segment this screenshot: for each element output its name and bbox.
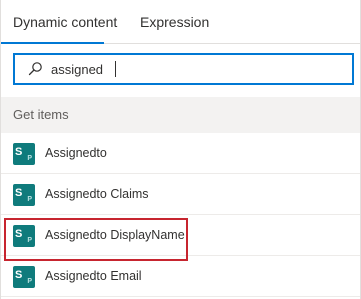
list-item-label: Assignedto DisplayName	[45, 228, 185, 242]
sharepoint-icon: SP	[13, 143, 35, 165]
dynamic-content-panel: Dynamic content Expression Get items SP …	[0, 0, 361, 299]
tab-dynamic-content[interactable]: Dynamic content	[13, 0, 117, 44]
list-item-label: Assignedto Email	[45, 269, 142, 283]
list-item-label: Assignedto Claims	[45, 187, 149, 201]
list-item-assignedto-displayname[interactable]: SP Assignedto DisplayName	[1, 215, 360, 256]
section-title: Get items	[13, 107, 69, 122]
search-area	[1, 44, 360, 94]
tab-bar: Dynamic content Expression	[1, 0, 360, 44]
text-caret	[115, 61, 116, 77]
tab-expression-label: Expression	[140, 14, 210, 30]
sharepoint-icon: SP	[13, 184, 35, 206]
tab-expression[interactable]: Expression	[140, 0, 209, 44]
dynamic-content-list: SP Assignedto SP Assignedto Claims SP As…	[1, 133, 360, 297]
list-item-assignedto-claims[interactable]: SP Assignedto Claims	[1, 174, 360, 215]
search-icon	[27, 61, 43, 77]
sharepoint-icon: SP	[13, 266, 35, 288]
tab-dynamic-content-label: Dynamic content	[13, 14, 118, 30]
list-item-assignedto-email[interactable]: SP Assignedto Email	[1, 256, 360, 297]
list-item-label: Assignedto	[45, 146, 107, 160]
search-input[interactable]	[51, 58, 341, 80]
list-item-assignedto[interactable]: SP Assignedto	[1, 133, 360, 174]
sharepoint-icon: SP	[13, 225, 35, 247]
section-header-get-items: Get items	[1, 97, 360, 133]
search-box[interactable]	[13, 53, 354, 85]
